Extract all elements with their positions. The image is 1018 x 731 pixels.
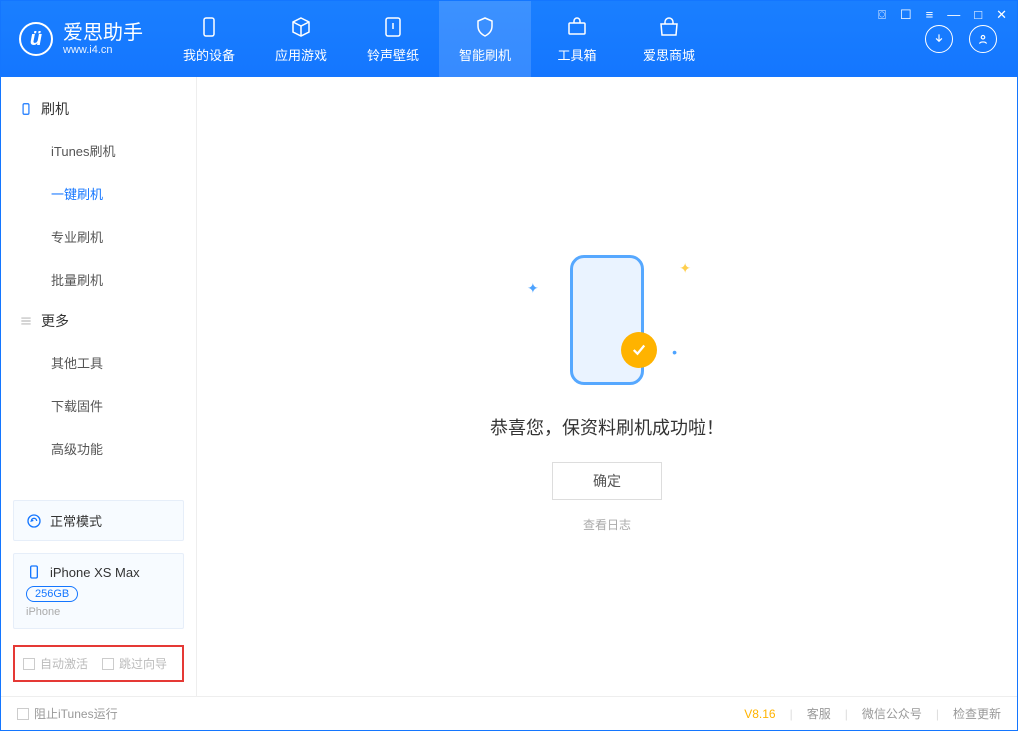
logo: ü 爱思助手 www.i4.cn: [1, 1, 163, 77]
tab-store[interactable]: 爱思商城: [623, 1, 715, 77]
success-check-icon: [621, 332, 657, 368]
menu-lines-icon: [19, 314, 33, 328]
sidebar-item-pro-flash[interactable]: 专业刷机: [1, 215, 196, 258]
checkbox-skip-guide[interactable]: 跳过向导: [102, 655, 167, 672]
tab-smart-flash[interactable]: 智能刷机: [439, 1, 531, 77]
wechat-link[interactable]: 微信公众号: [862, 705, 922, 722]
body: 刷机 iTunes刷机 一键刷机 专业刷机 批量刷机 更多 其他工具 下载固件 …: [1, 77, 1017, 696]
tab-label: 应用游戏: [275, 45, 327, 64]
checkbox-block-itunes[interactable]: 阻止iTunes运行: [17, 705, 118, 722]
ok-button[interactable]: 确定: [552, 462, 662, 500]
checkbox-label: 跳过向导: [119, 655, 167, 672]
checkbox-auto-activate[interactable]: 自动激活: [23, 655, 88, 672]
phone-icon: [26, 564, 42, 580]
separator: |: [845, 707, 848, 721]
checkbox-label: 阻止iTunes运行: [34, 705, 118, 722]
window-controls: ⌼ ☐ ≡ — □ ✕: [878, 7, 1007, 23]
support-link[interactable]: 客服: [807, 705, 831, 722]
separator: |: [790, 707, 793, 721]
checkbox-icon: [17, 708, 29, 720]
success-message: 恭喜您，保资料刷机成功啦！: [490, 414, 724, 440]
tab-ringtones[interactable]: 铃声壁纸: [347, 1, 439, 77]
minimize-button[interactable]: —: [947, 7, 960, 23]
tab-my-device[interactable]: 我的设备: [163, 1, 255, 77]
tab-toolbox[interactable]: 工具箱: [531, 1, 623, 77]
sparkle-icon: ✦: [679, 260, 691, 277]
app-url: www.i4.cn: [63, 44, 143, 56]
app-name: 爱思助手: [63, 22, 143, 44]
titlebar: ⌼ ☐ ≡ — □ ✕ ü 爱思助手 www.i4.cn 我的设备 应用游戏: [1, 1, 1017, 77]
sidebar-item-batch-flash[interactable]: 批量刷机: [1, 258, 196, 301]
cube-icon: [289, 15, 313, 39]
toolbox-icon: [565, 15, 589, 39]
sidebar: 刷机 iTunes刷机 一键刷机 专业刷机 批量刷机 更多 其他工具 下载固件 …: [1, 77, 197, 696]
phone-icon: [197, 15, 221, 39]
statusbar: 阻止iTunes运行 V8.16 | 客服 | 微信公众号 | 检查更新: [1, 696, 1017, 730]
app-window: ⌼ ☐ ≡ — □ ✕ ü 爱思助手 www.i4.cn 我的设备 应用游戏: [0, 0, 1018, 731]
sidebar-item-itunes-flash[interactable]: iTunes刷机: [1, 129, 196, 172]
sparkle-icon: ✦: [527, 280, 539, 297]
device-name: iPhone XS Max: [50, 565, 140, 580]
lock-icon[interactable]: ☐: [900, 7, 912, 23]
device-icon: [19, 102, 33, 116]
music-icon: [381, 15, 405, 39]
download-button[interactable]: [925, 25, 953, 53]
maximize-button[interactable]: □: [974, 7, 982, 23]
sidebar-group-label: 刷机: [41, 99, 69, 119]
sidebar-item-other-tools[interactable]: 其他工具: [1, 341, 196, 384]
tab-label: 铃声壁纸: [367, 45, 419, 64]
tab-label: 我的设备: [183, 45, 235, 64]
sidebar-item-download-firmware[interactable]: 下载固件: [1, 384, 196, 427]
tshirt-icon[interactable]: ⌼: [878, 7, 886, 23]
tab-label: 爱思商城: [643, 45, 695, 64]
close-button[interactable]: ✕: [996, 7, 1007, 23]
separator: |: [936, 707, 939, 721]
sparkle-icon: •: [672, 344, 677, 360]
logo-icon: ü: [19, 22, 53, 56]
mode-label: 正常模式: [50, 511, 102, 530]
tab-label: 智能刷机: [459, 45, 511, 64]
check-update-link[interactable]: 检查更新: [953, 705, 1001, 722]
sidebar-group-flash: 刷机: [1, 89, 196, 129]
checkbox-icon: [102, 658, 114, 670]
sidebar-group-more: 更多: [1, 301, 196, 341]
view-log-link[interactable]: 查看日志: [583, 516, 631, 533]
flash-options-highlight: 自动激活 跳过向导: [13, 645, 184, 682]
sidebar-item-advanced[interactable]: 高级功能: [1, 427, 196, 470]
device-card[interactable]: iPhone XS Max 256GB iPhone: [13, 553, 184, 629]
main-content: ✦ ✦ • 恭喜您，保资料刷机成功啦！ 确定 查看日志: [197, 77, 1017, 696]
device-type: iPhone: [26, 606, 171, 618]
checkbox-label: 自动激活: [40, 655, 88, 672]
sidebar-group-label: 更多: [41, 311, 69, 331]
mode-card[interactable]: 正常模式: [13, 500, 184, 541]
store-icon: [657, 15, 681, 39]
tab-label: 工具箱: [557, 45, 596, 64]
shield-sync-icon: [473, 15, 497, 39]
version-label: V8.16: [744, 707, 775, 721]
tab-apps-games[interactable]: 应用游戏: [255, 1, 347, 77]
account-button[interactable]: [969, 25, 997, 53]
checkbox-icon: [23, 658, 35, 670]
sync-icon: [26, 513, 42, 529]
sidebar-item-oneclick-flash[interactable]: 一键刷机: [1, 172, 196, 215]
capacity-badge: 256GB: [26, 586, 78, 602]
success-illustration: ✦ ✦ •: [517, 240, 697, 400]
main-tabs: 我的设备 应用游戏 铃声壁纸 智能刷机 工具箱 爱思商城: [163, 1, 715, 77]
menu-icon[interactable]: ≡: [926, 7, 934, 23]
